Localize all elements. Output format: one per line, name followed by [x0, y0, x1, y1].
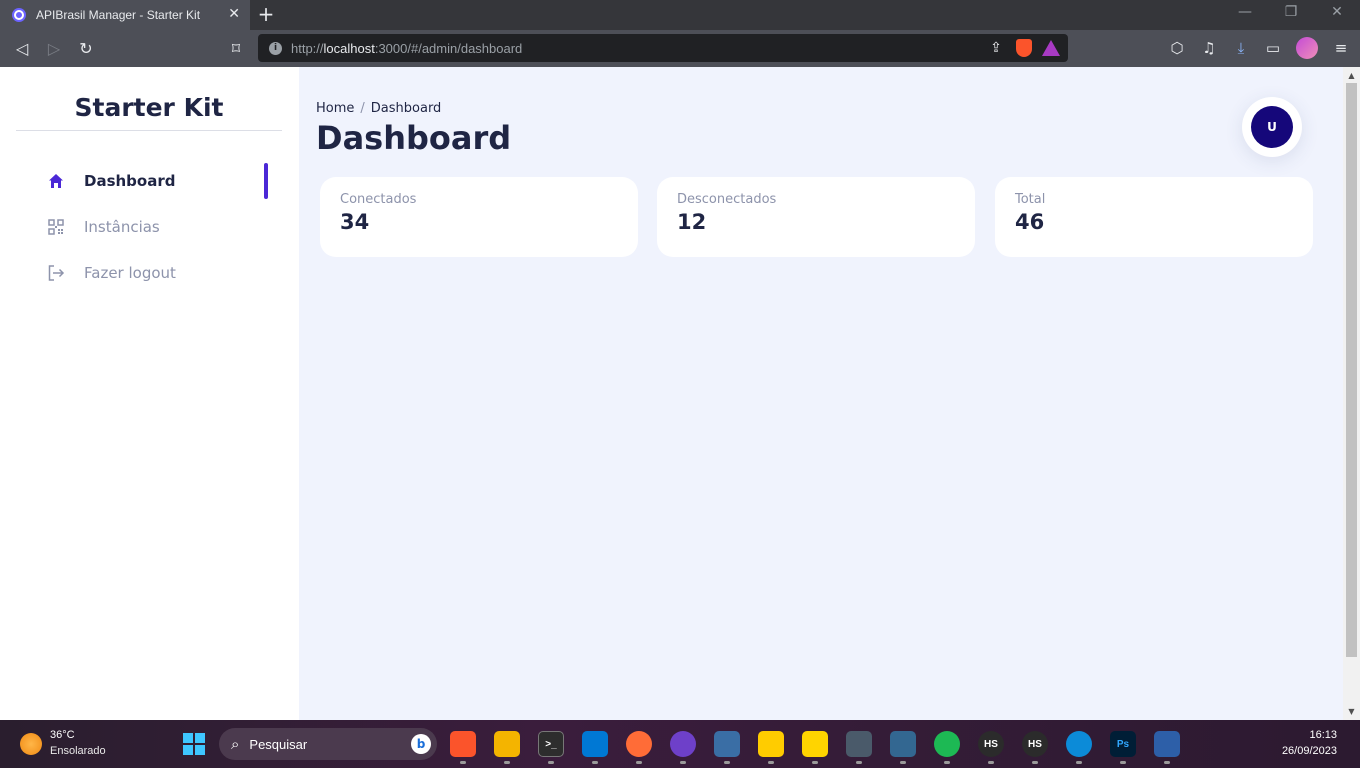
- search-placeholder: Pesquisar: [249, 736, 308, 752]
- stat-label: Conectados: [340, 192, 417, 207]
- profile-avatar-icon[interactable]: [1296, 37, 1318, 59]
- terminal-icon[interactable]: >_: [538, 731, 564, 757]
- scrollbar-thumb[interactable]: [1346, 83, 1357, 657]
- extensions-icon[interactable]: ⬡: [1168, 37, 1186, 59]
- vscode-icon[interactable]: [582, 731, 608, 757]
- media-icon[interactable]: ♫: [1200, 37, 1218, 59]
- stat-card-total: Total 46: [995, 177, 1313, 257]
- scroll-down-icon[interactable]: ▼: [1343, 707, 1360, 716]
- app-favicon-icon: [12, 8, 26, 22]
- stat-value: 12: [677, 210, 707, 234]
- sidebar-item-instancias[interactable]: Instâncias: [44, 209, 268, 245]
- spotify-icon[interactable]: [934, 731, 960, 757]
- hs-app-icon[interactable]: HS: [978, 731, 1004, 757]
- address-bar[interactable]: i http://localhost:3000/#/admin/dashboar…: [258, 34, 1068, 62]
- sticky-notes-icon[interactable]: [802, 731, 828, 757]
- wallet-icon[interactable]: ▭: [1264, 37, 1282, 59]
- breadcrumb-separator: /: [360, 101, 365, 116]
- stat-card-desconectados: Desconectados 12: [657, 177, 975, 257]
- tab-title: APIBrasil Manager - Starter Kit: [36, 8, 201, 22]
- download-icon[interactable]: ⤓: [1232, 37, 1250, 59]
- minimize-icon[interactable]: —: [1230, 4, 1260, 20]
- stat-value: 46: [1015, 210, 1045, 234]
- photoshop-icon[interactable]: Ps: [1110, 731, 1136, 757]
- brave-app-icon[interactable]: [450, 731, 476, 757]
- sidebar-item-label: Instâncias: [84, 218, 160, 236]
- active-indicator: [264, 163, 268, 199]
- weather-sun-icon[interactable]: [20, 733, 42, 755]
- app-icon[interactable]: [758, 731, 784, 757]
- stat-card-conectados: Conectados 34: [320, 177, 638, 257]
- scroll-up-icon[interactable]: ▲: [1343, 71, 1360, 80]
- stat-label: Desconectados: [677, 192, 777, 207]
- windows-start-icon[interactable]: [183, 733, 205, 755]
- sidebar: Starter Kit Dashboard Instâncias Fazer l…: [0, 67, 299, 720]
- new-tab-button[interactable]: +: [256, 3, 276, 25]
- back-icon[interactable]: ◁: [11, 38, 33, 60]
- sidebar-item-logout[interactable]: Fazer logout: [44, 255, 268, 291]
- network-app-icon[interactable]: [1154, 731, 1180, 757]
- bing-icon[interactable]: b: [411, 734, 431, 754]
- tab-close-icon[interactable]: ✕: [228, 6, 240, 22]
- stat-value: 34: [340, 210, 370, 234]
- hs-app-icon[interactable]: HS: [1022, 731, 1048, 757]
- postman-icon[interactable]: [626, 731, 652, 757]
- snipping-tool-icon[interactable]: [846, 731, 872, 757]
- brave-shields-icon[interactable]: [1016, 39, 1032, 57]
- main-content: Home / Dashboard Dashboard U Conectados 34…: [299, 67, 1343, 720]
- forward-icon[interactable]: ▷: [43, 38, 65, 60]
- breadcrumb-home-link[interactable]: Home: [316, 101, 354, 116]
- window-close-icon[interactable]: ✕: [1322, 4, 1352, 20]
- home-icon: [44, 171, 68, 191]
- user-menu-button[interactable]: U: [1242, 97, 1302, 157]
- github-desktop-icon[interactable]: [670, 731, 696, 757]
- search-icon: ⌕: [231, 735, 240, 753]
- browser-toolbar: ◁ ▷ ↻ ⌑ i http://localhost:3000/#/admin/…: [0, 30, 1360, 67]
- divider: [16, 130, 282, 131]
- vertical-scrollbar[interactable]: ▲ ▼: [1343, 67, 1360, 720]
- brave-rewards-icon[interactable]: [1042, 40, 1060, 56]
- edge-icon[interactable]: [1066, 731, 1092, 757]
- file-explorer-icon[interactable]: [494, 731, 520, 757]
- avatar: U: [1251, 106, 1293, 148]
- clock-time[interactable]: 16:13: [1309, 729, 1337, 741]
- share-icon[interactable]: ⇪: [986, 38, 1006, 58]
- browser-tab[interactable]: APIBrasil Manager - Starter Kit ✕: [0, 0, 250, 30]
- qrcode-icon: [44, 217, 68, 237]
- reload-icon[interactable]: ↻: [75, 38, 97, 60]
- breadcrumb: Home / Dashboard: [316, 101, 441, 116]
- page-title: Dashboard: [316, 119, 512, 157]
- remote-desktop-icon[interactable]: [714, 731, 740, 757]
- sidebar-item-label: Fazer logout: [84, 264, 176, 282]
- page: Starter Kit Dashboard Instâncias Fazer l…: [0, 67, 1360, 720]
- browser-tabbar: APIBrasil Manager - Starter Kit ✕ + — ❐ …: [0, 0, 1360, 30]
- menu-icon[interactable]: ≡: [1332, 37, 1350, 59]
- breadcrumb-current: Dashboard: [370, 101, 442, 116]
- brand-title: Starter Kit: [74, 93, 224, 122]
- weather-description[interactable]: Ensolarado: [50, 745, 106, 757]
- maximize-icon[interactable]: ❐: [1276, 4, 1306, 20]
- bookmark-icon[interactable]: ⌑: [225, 38, 247, 60]
- url-text[interactable]: http://localhost:3000/#/admin/dashboard: [291, 41, 522, 56]
- logout-icon: [44, 263, 68, 283]
- postgresql-icon[interactable]: [890, 731, 916, 757]
- clock-date[interactable]: 26/09/2023: [1282, 745, 1337, 757]
- sidebar-item-dashboard[interactable]: Dashboard: [44, 163, 268, 199]
- site-info-icon[interactable]: i: [269, 41, 282, 55]
- stat-label: Total: [1015, 192, 1046, 207]
- sidebar-item-label: Dashboard: [84, 172, 176, 190]
- taskbar-search[interactable]: ⌕ Pesquisar b: [219, 728, 437, 760]
- weather-temperature[interactable]: 36°C: [50, 729, 75, 741]
- taskbar: 36°C Ensolarado ⌕ Pesquisar b >_ HS HS P…: [0, 720, 1360, 768]
